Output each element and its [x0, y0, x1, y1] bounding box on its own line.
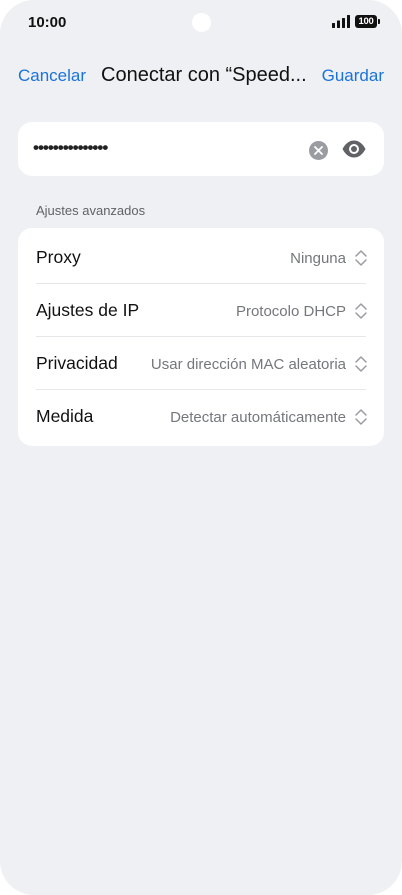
- row-value: Detectar automáticamente: [170, 409, 346, 426]
- battery-tip: [378, 19, 380, 24]
- row-value: Ninguna: [290, 250, 346, 267]
- updown-chevron-icon: [355, 250, 367, 266]
- updown-chevron-icon: [355, 303, 367, 319]
- signal-icon: [332, 15, 350, 28]
- cancel-button[interactable]: Cancelar: [18, 66, 86, 86]
- advanced-settings-list: Proxy Ninguna Ajustes de IP Protocolo DH…: [18, 228, 384, 446]
- row-label: Ajustes de IP: [36, 300, 140, 320]
- updown-chevron-icon: [355, 356, 367, 372]
- battery-level: 100: [358, 16, 374, 27]
- status-time: 10:00: [28, 14, 67, 31]
- close-icon: [314, 146, 323, 155]
- row-label: Medida: [36, 406, 94, 426]
- row-value: Usar dirección MAC aleatoria: [150, 356, 346, 373]
- row-label: Privacidad: [36, 353, 118, 373]
- password-card: •••••••••••••••: [18, 122, 384, 176]
- page-title: Conectar con “Speed...: [101, 64, 307, 86]
- row-label: Proxy: [36, 247, 81, 267]
- camera-cutout: [192, 13, 211, 32]
- battery-icon: 100: [355, 15, 377, 28]
- updown-chevron-icon: [355, 409, 367, 425]
- row-privacy[interactable]: Privacidad Usar dirección MAC aleatoria: [18, 337, 384, 390]
- clear-icon[interactable]: [309, 141, 328, 160]
- save-button[interactable]: Guardar: [322, 66, 384, 86]
- password-field[interactable]: •••••••••••••••: [33, 138, 108, 158]
- row-ip-settings[interactable]: Ajustes de IP Protocolo DHCP: [18, 284, 384, 337]
- row-value: Protocolo DHCP: [235, 303, 346, 320]
- section-label-advanced: Ajustes avanzados: [36, 203, 146, 218]
- eye-icon[interactable]: [341, 139, 367, 159]
- phone-screen: 10:00 100 Cancelar Conectar con “Speed..…: [0, 0, 402, 895]
- row-metered[interactable]: Medida Detectar automáticamente: [18, 390, 384, 443]
- header: Cancelar Conectar con “Speed... Guardar: [0, 60, 402, 94]
- row-proxy[interactable]: Proxy Ninguna: [18, 231, 384, 284]
